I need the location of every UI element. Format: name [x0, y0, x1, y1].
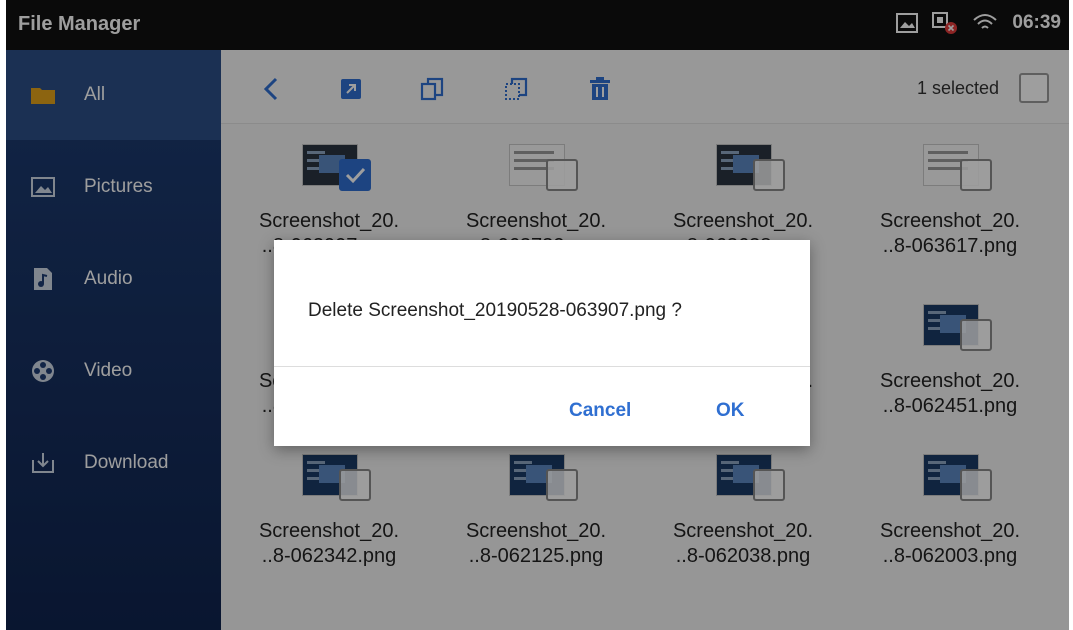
- cancel-button[interactable]: Cancel: [569, 400, 631, 422]
- screen: File Manager 06:39 All Pictures Audio Vi…: [6, 0, 1069, 630]
- dialog-divider: [274, 366, 810, 367]
- ok-button[interactable]: OK: [716, 400, 745, 422]
- dialog-message: Delete Screenshot_20190528-063907.png ?: [308, 300, 682, 321]
- delete-dialog: Delete Screenshot_20190528-063907.png ? …: [274, 240, 810, 446]
